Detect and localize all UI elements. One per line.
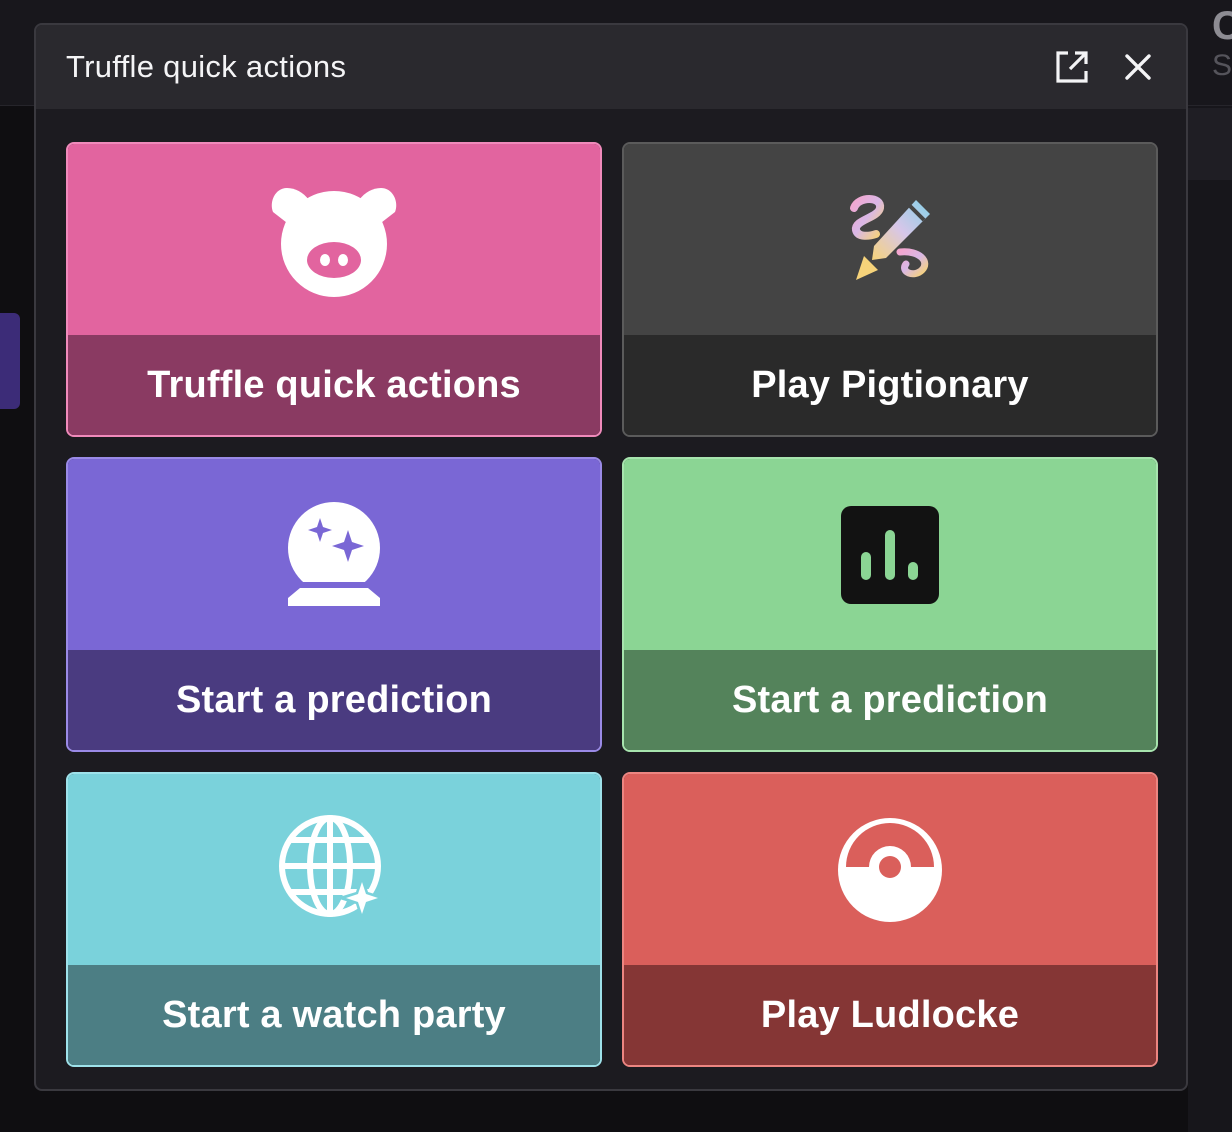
crystal-ball-icon	[288, 501, 380, 606]
background-peek-subtext: S	[1212, 49, 1232, 82]
action-card-play-ludlocke[interactable]: Play Ludlocke	[622, 772, 1158, 1067]
action-card-label: Play Pigtionary	[624, 335, 1156, 435]
pokeball-icon	[838, 817, 942, 922]
background-right-panel	[1188, 106, 1232, 1132]
action-card-label: Truffle quick actions	[68, 335, 600, 435]
background-side-tab[interactable]	[0, 313, 20, 409]
modal-title: Truffle quick actions	[66, 49, 347, 84]
action-card-truffle-quick-actions[interactable]: Truffle quick actions	[66, 142, 602, 437]
globe-sparkle-icon	[279, 814, 388, 924]
action-card-start-prediction-crystal[interactable]: Start a prediction	[66, 457, 602, 752]
action-card-start-watch-party[interactable]: Start a watch party	[66, 772, 602, 1067]
action-card-play-pigtionary[interactable]: Play Pigtionary	[622, 142, 1158, 437]
pig-icon	[271, 188, 397, 297]
background-peek-text: C	[1212, 4, 1232, 48]
external-link-icon	[1056, 51, 1088, 83]
close-button[interactable]	[1120, 49, 1156, 85]
action-card-label: Start a prediction	[624, 650, 1156, 750]
actions-grid: Truffle quick actions Play Pigtionary St…	[66, 142, 1158, 1067]
bar-chart-icon	[841, 505, 939, 604]
quick-actions-modal: Truffle quick actions Truffle quick acti…	[34, 23, 1188, 1091]
action-card-start-prediction-chart[interactable]: Start a prediction	[622, 457, 1158, 752]
header-actions	[1054, 49, 1156, 85]
pencil-scribble-icon	[850, 194, 930, 280]
background-right-strip	[1188, 108, 1232, 180]
modal-header: Truffle quick actions	[36, 25, 1186, 109]
action-card-label: Start a watch party	[68, 965, 600, 1065]
open-external-button[interactable]	[1054, 49, 1090, 85]
action-card-label: Play Ludlocke	[624, 965, 1156, 1065]
close-icon	[1125, 54, 1151, 80]
action-card-label: Start a prediction	[68, 650, 600, 750]
